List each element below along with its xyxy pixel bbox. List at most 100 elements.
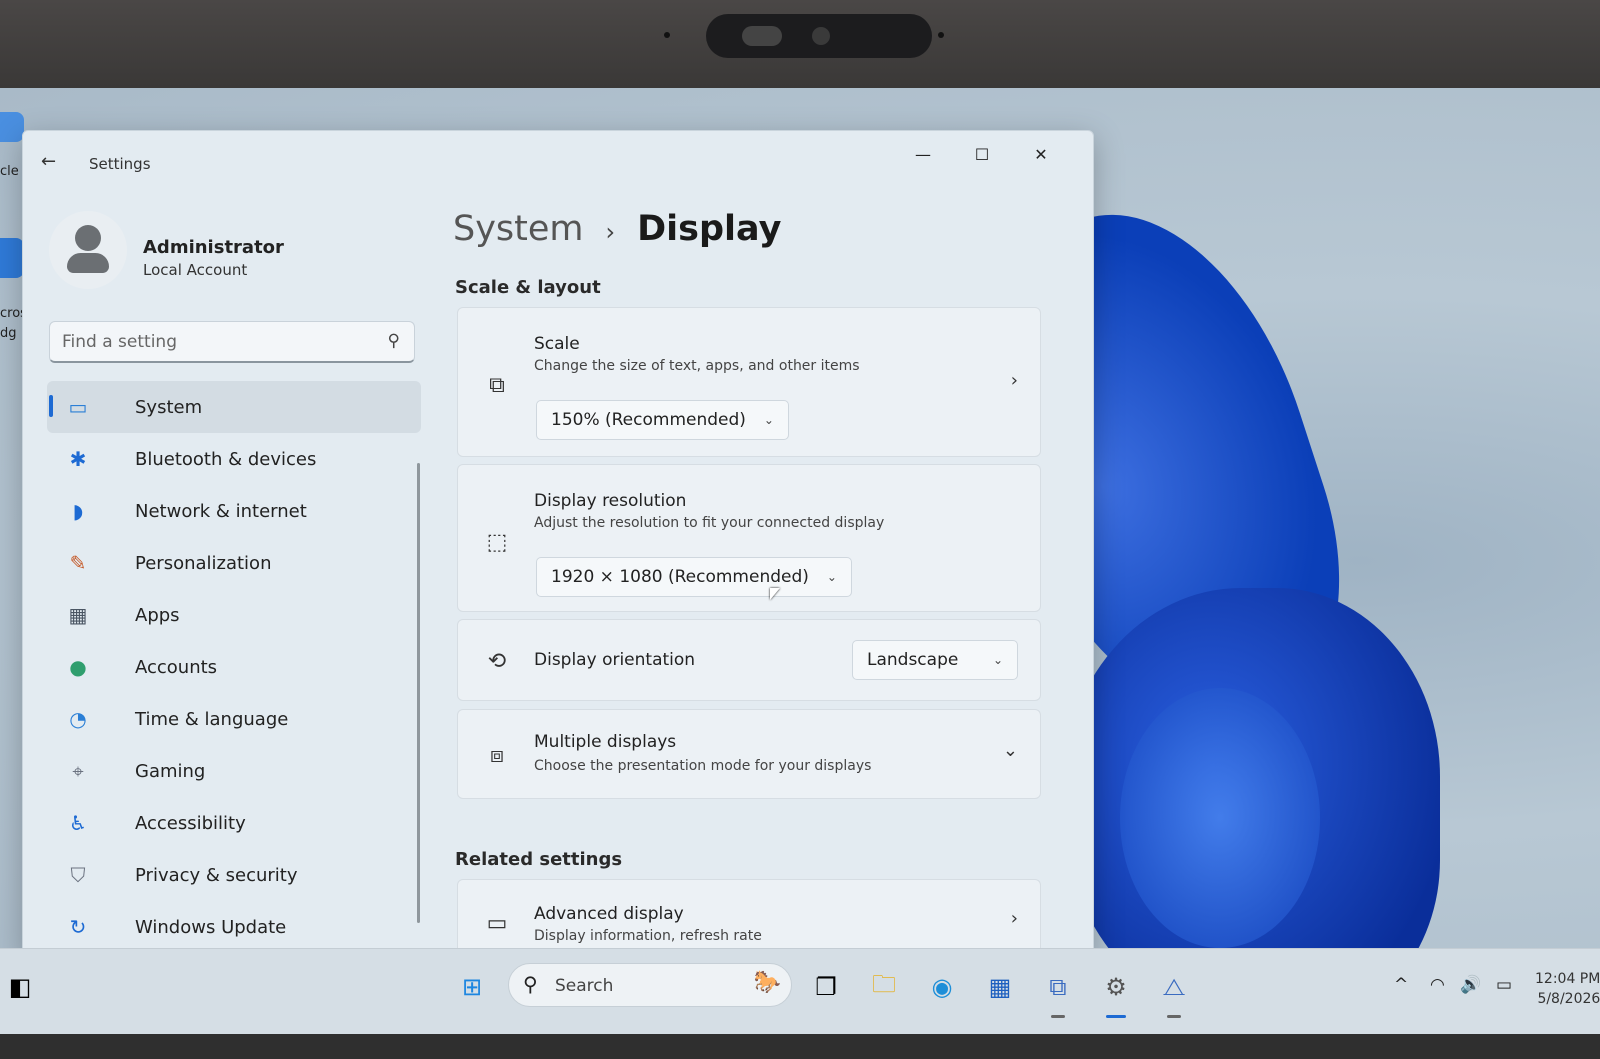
system-icon: ▭ [68,395,88,419]
globe-clock-icon: ◔ [69,707,87,731]
taskbar-search-input[interactable] [555,974,725,998]
search-icon[interactable]: ⚲ [388,331,400,351]
recycle-bin-icon[interactable] [0,112,24,142]
edge-browser-icon[interactable]: ◉ [922,967,962,1007]
scale-icon: ⧉ [489,372,505,398]
find-setting-input[interactable] [62,330,362,354]
resolution-value: 1920 × 1080 (Recommended) [551,567,809,587]
sidebar-item-privacy-security[interactable]: ⛉ Privacy & security [47,849,421,901]
breadcrumb-parent[interactable]: System [453,209,584,249]
sidebar-item-gaming[interactable]: ⌖ Gaming [47,745,421,797]
widgets-icon[interactable]: ◧ [0,967,40,1007]
performance-monitor-icon[interactable]: ⧍ [1154,967,1194,1007]
camera-shutter [742,26,782,46]
accessibility-icon: ♿ [69,811,87,835]
multiple-displays-icon: ⧈ [490,742,504,768]
sidebar-scrollbar[interactable] [417,463,420,923]
sidebar-item-label: Personalization [135,552,272,574]
title-bar: ← Settings — ☐ ✕ [23,131,1093,187]
avatar-head [75,225,101,251]
back-arrow-icon[interactable]: ← [41,151,56,172]
running-indicator [1051,1015,1065,1018]
orientation-value: Landscape [867,650,959,670]
chevron-right-icon[interactable]: › [1011,370,1018,391]
orientation-title: Display orientation [534,650,696,670]
battery-icon[interactable]: ▭ [1496,975,1512,995]
sidebar-item-system[interactable]: ▭ System [47,381,421,433]
running-indicator [1167,1015,1181,1018]
scale-title: Scale [534,334,580,354]
chevron-down-icon: ⌄ [992,653,1003,667]
edge-desktop-icon[interactable] [0,238,24,278]
accounts-icon: ● [69,655,87,679]
apps-icon: ▦ [68,603,88,627]
advanced-display-description: Display information, refresh rate [534,928,762,944]
monitor-icon: ▭ [486,910,508,936]
page-title: Display [637,209,782,249]
active-indicator [1106,1015,1126,1018]
gamepad-icon: ⌖ [72,759,84,783]
clock-time: 12:04 PM [1535,971,1600,987]
minimize-button[interactable]: — [899,139,947,171]
sidebar-item-network-internet[interactable]: ◗ Network & internet [47,485,421,537]
bluetooth-icon: ✱ [69,447,87,471]
avatar [49,211,127,289]
settings-window: ← Settings — ☐ ✕ Administrator Local Acc… [22,130,1094,958]
start-button[interactable]: ⊞ [452,967,492,1007]
advanced-display-card[interactable]: ▭ Advanced display Display information, … [457,879,1041,957]
avatar-body [67,253,109,273]
resolution-dropdown[interactable]: 1920 × 1080 (Recommended) ⌄ [536,557,852,597]
orientation-card: ⟲ Display orientation Landscape ⌄ [457,619,1041,701]
update-icon: ↻ [69,915,87,939]
microsoft-store-icon[interactable]: ▦ [980,967,1020,1007]
settings-app-icon[interactable]: ⚙ [1096,967,1136,1007]
desktop-icon-label: cle [0,164,19,179]
scale-dropdown[interactable]: 150% (Recommended) ⌄ [536,400,789,440]
sidebar-item-time-language[interactable]: ◔ Time & language [47,693,421,745]
sidebar-item-personalization[interactable]: ✎ Personalization [47,537,421,589]
chevron-down-icon: ⌄ [826,570,837,584]
wallpaper-bloom [1120,688,1320,948]
multiple-displays-card[interactable]: ⧈ Multiple displays Choose the presentat… [457,709,1041,799]
profile-name: Administrator [143,237,284,258]
scale-card[interactable]: ⧉ Scale Change the size of text, apps, a… [457,307,1041,457]
chevron-down-icon[interactable]: ⌄ [1003,740,1018,761]
task-view-icon[interactable]: ❐ [806,967,846,1007]
sidebar-item-accessibility[interactable]: ♿ Accessibility [47,797,421,849]
wifi-icon[interactable]: ◠ [1430,975,1445,995]
orientation-dropdown[interactable]: Landscape ⌄ [852,640,1018,680]
system-clock[interactable]: 12:04 PM 5/8/2026 [1535,969,1600,1009]
laptop-bezel-bottom [0,1034,1600,1059]
search-highlight-icon: 🐎 [753,970,781,995]
section-scale-layout: Scale & layout [455,277,601,298]
sensor-dot [664,32,670,38]
file-explorer-icon[interactable]: 🗀 [864,967,904,1007]
taskbar-search: ⚲ 🐎 [508,963,792,1007]
sidebar-item-label: Bluetooth & devices [135,448,317,470]
webcam [706,14,932,58]
network-app-icon[interactable]: ⧉ [1038,967,1078,1007]
camera-lens [812,27,830,45]
multiple-displays-title: Multiple displays [534,732,677,752]
volume-icon[interactable]: 🔊 [1460,975,1481,995]
sidebar-item-bluetooth-devices[interactable]: ✱ Bluetooth & devices [47,433,421,485]
chevron-right-icon[interactable]: › [1011,908,1018,929]
maximize-button[interactable]: ☐ [958,139,1006,171]
sidebar-item-accounts[interactable]: ● Accounts [47,641,421,693]
breadcrumb: System › Display [453,209,781,249]
scale-description: Change the size of text, apps, and other… [534,358,860,374]
laptop-bezel-top [0,0,1600,88]
close-button[interactable]: ✕ [1017,139,1065,171]
mouse-cursor [770,588,780,600]
find-setting-box: ⚲ [49,321,415,363]
sidebar-item-label: Accessibility [135,812,246,834]
tray-overflow-chevron-icon[interactable]: ^ [1394,975,1408,995]
sidebar-item-apps[interactable]: ▦ Apps [47,589,421,641]
sidebar-nav: ▭ System ✱ Bluetooth & devices ◗ Network & in… [47,381,421,953]
orientation-icon: ⟲ [487,648,507,674]
sidebar-item-windows-update[interactable]: ↻ Windows Update [47,901,421,953]
chevron-down-icon: ⌄ [763,413,774,427]
clock-date: 5/8/2026 [1537,991,1600,1007]
search-icon: ⚲ [523,972,538,996]
wifi-icon: ◗ [72,499,84,523]
